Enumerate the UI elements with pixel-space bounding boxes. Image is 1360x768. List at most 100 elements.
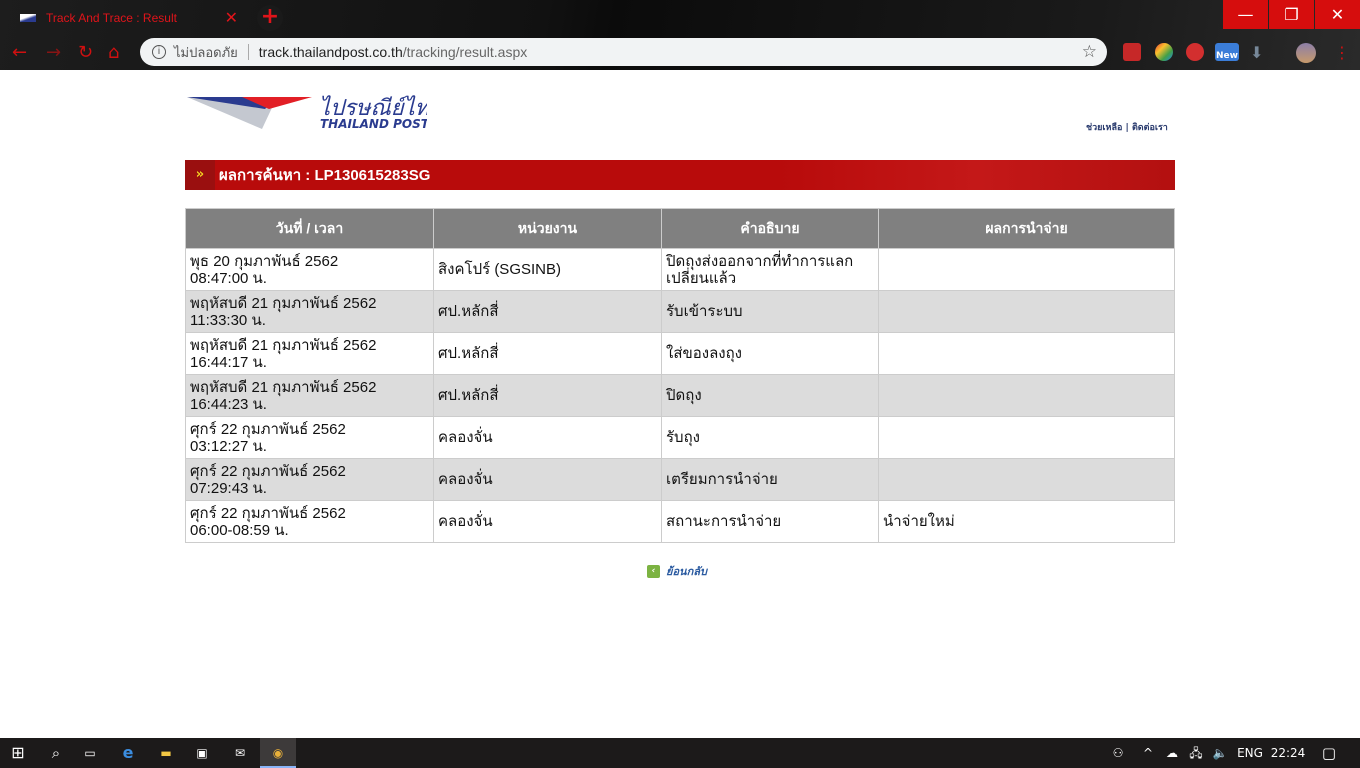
divider — [247, 44, 249, 60]
bookmark-star-icon[interactable]: ☆ — [1082, 42, 1097, 62]
table-row: พฤหัสบดี 21 กุมภาพันธ์ 2562 11:33:30 น. ศ… — [185, 290, 1175, 333]
contact-link[interactable]: ติดต่อเรา — [1132, 123, 1168, 133]
volume-icon[interactable]: 🔈 — [1210, 738, 1230, 768]
restore-button[interactable]: ❐ — [1269, 0, 1314, 29]
column-header-office: หน่วยงาน — [433, 208, 662, 249]
time-text: 08:47:00 น. — [190, 269, 267, 287]
back-arrow-icon[interactable]: ← — [12, 42, 27, 63]
column-header-datetime: วันที่ / เวลา — [185, 208, 434, 249]
back-link[interactable]: ‹ ย้อนกลับ — [647, 562, 707, 580]
time-text: 11:33:30 น. — [190, 311, 266, 329]
cell-datetime: พฤหัสบดี 21 กุมภาพันธ์ 2562 16:44:17 น. — [185, 332, 434, 375]
file-explorer-icon[interactable]: ▬ — [150, 738, 182, 768]
reload-icon[interactable]: ↻ — [78, 42, 93, 63]
cell-description: สถานะการนำจ่าย — [661, 500, 879, 543]
mail-icon[interactable]: ✉ — [224, 738, 256, 768]
cell-datetime: พฤหัสบดี 21 กุมภาพันธ์ 2562 11:33:30 น. — [185, 290, 434, 333]
back-arrow-icon: ‹ — [647, 564, 660, 578]
extension-new-icon[interactable]: New — [1215, 43, 1239, 61]
cell-office: ศป.หลักสี่ — [433, 374, 662, 417]
cell-datetime: พฤหัสบดี 21 กุมภาพันธ์ 2562 16:44:23 น. — [185, 374, 434, 417]
top-links: ช่วยเหลือ | ติดต่อเรา — [1086, 120, 1168, 134]
result-banner: » ผลการค้นหา : LP130615283SG — [185, 160, 1175, 190]
time-text: 03:12:27 น. — [190, 437, 267, 455]
time-text: 16:44:23 น. — [190, 395, 267, 413]
network-icon[interactable]: 🖧 — [1186, 738, 1206, 768]
profile-avatar[interactable] — [1296, 43, 1316, 63]
date-text: ศุกร์ 22 กุมภาพันธ์ 2562 — [190, 420, 346, 438]
people-icon[interactable]: ⚇ — [1108, 738, 1128, 768]
date-text: พฤหัสบดี 21 กุมภาพันธ์ 2562 — [190, 336, 377, 354]
onedrive-cloud-icon[interactable]: ☁ — [1162, 738, 1182, 768]
help-link[interactable]: ช่วยเหลือ — [1086, 123, 1122, 133]
cell-description: รับถุง — [661, 416, 879, 459]
home-icon[interactable]: ⌂ — [108, 42, 119, 63]
svg-text:THAILAND POST: THAILAND POST — [320, 117, 427, 131]
action-center-icon[interactable]: ▢ — [1316, 738, 1342, 768]
time-text: 16:44:17 น. — [190, 353, 267, 371]
cell-delivery-result — [878, 458, 1175, 501]
table-row: ศุกร์ 22 กุมภาพันธ์ 2562 07:29:43 น. คลอง… — [185, 458, 1175, 501]
extension-fastforward-icon[interactable] — [1123, 43, 1141, 61]
cell-description: ปิดถุงส่งออกจากที่ทำการแลกเปลี่ยนแล้ว — [661, 248, 879, 291]
close-window-button[interactable]: ✕ — [1315, 0, 1360, 29]
time-text: 07:29:43 น. — [190, 479, 267, 497]
thailand-post-logo[interactable]: ไปรษณีย์ไทย THAILAND POST — [187, 95, 444, 131]
table-row: ศุกร์ 22 กุมภาพันธ์ 2562 03:12:27 น. คลอง… — [185, 416, 1175, 459]
cell-datetime: ศุกร์ 22 กุมภาพันธ์ 2562 07:29:43 น. — [185, 458, 434, 501]
security-label[interactable]: ไม่ปลอดภัย — [174, 42, 238, 63]
minimize-button[interactable]: — — [1223, 0, 1268, 29]
cell-delivery-result — [878, 290, 1175, 333]
search-icon[interactable]: ⌕ — [40, 738, 72, 768]
info-icon[interactable]: i — [152, 45, 166, 59]
clock[interactable]: 22:24 — [1270, 738, 1306, 768]
column-header-delivery-result: ผลการนำจ่าย — [878, 208, 1175, 249]
url-host: track.thailandpost.co.th — [258, 44, 403, 60]
address-bar[interactable]: i ไม่ปลอดภัย track.thailandpost.co.th /t… — [140, 38, 1107, 66]
date-text: พุธ 20 กุมภาพันธ์ 2562 — [190, 252, 339, 270]
cell-delivery-result — [878, 374, 1175, 417]
date-text: ศุกร์ 22 กุมภาพันธ์ 2562 — [190, 504, 346, 522]
download-icon[interactable]: ⬇ — [1250, 43, 1268, 62]
cell-description: เตรียมการนำจ่าย — [661, 458, 879, 501]
double-chevron-icon: » — [185, 160, 215, 190]
table-row: พุธ 20 กุมภาพันธ์ 2562 08:47:00 น. สิงคโป… — [185, 248, 1175, 291]
cell-datetime: ศุกร์ 22 กุมภาพันธ์ 2562 06:00-08:59 น. — [185, 500, 434, 543]
table-row: พฤหัสบดี 21 กุมภาพันธ์ 2562 16:44:17 น. ศ… — [185, 332, 1175, 375]
menu-kebab-icon[interactable]: ⋮ — [1334, 43, 1352, 62]
cell-office: คลองจั่น — [433, 458, 662, 501]
cell-office: สิงคโปร์ (SGSINB) — [433, 248, 662, 291]
cell-office: คลองจั่น — [433, 500, 662, 543]
date-text: ศุกร์ 22 กุมภาพันธ์ 2562 — [190, 462, 346, 480]
new-tab-button[interactable]: + — [257, 5, 283, 31]
back-link-label[interactable]: ย้อนกลับ — [666, 562, 707, 580]
extension-adblock-icon[interactable] — [1186, 43, 1204, 61]
cell-office: คลองจั่น — [433, 416, 662, 459]
browser-chrome: Track And Trace : Result ✕ + — ❐ ✕ ← → ↻… — [0, 0, 1360, 70]
browser-tab[interactable]: Track And Trace : Result ✕ — [8, 3, 248, 33]
cell-delivery-result — [878, 248, 1175, 291]
cell-office: ศป.หลักสี่ — [433, 290, 662, 333]
date-text: พฤหัสบดี 21 กุมภาพันธ์ 2562 — [190, 378, 377, 396]
table-row: ศุกร์ 22 กุมภาพันธ์ 2562 06:00-08:59 น. ค… — [185, 500, 1175, 543]
result-title: ผลการค้นหา : LP130615283SG — [219, 167, 431, 184]
task-view-icon[interactable]: ▭ — [74, 738, 106, 768]
windows-taskbar: ⊞ ⌕ ▭ e ▬ ▣ ✉ ◉ ⚇ ^ ☁ 🖧 🔈 ENG 22:24 ▢ — [0, 738, 1360, 768]
tracking-table: วันที่ / เวลา หน่วยงาน คำอธิบาย ผลการนำจ… — [185, 208, 1175, 543]
page-content: ไปรษณีย์ไทย THAILAND POST ช่วยเหลือ | ติ… — [0, 70, 1360, 738]
cell-delivery-result: นำจ่ายใหม่ — [878, 500, 1175, 543]
store-icon[interactable]: ▣ — [186, 738, 218, 768]
language-indicator[interactable]: ENG — [1236, 738, 1264, 768]
chevron-up-icon[interactable]: ^ — [1140, 738, 1156, 768]
edge-icon[interactable]: e — [112, 738, 144, 768]
extension-idm-icon[interactable] — [1155, 43, 1173, 61]
close-tab-icon[interactable]: ✕ — [225, 8, 238, 28]
chrome-taskbar-icon[interactable]: ◉ — [260, 738, 296, 768]
cell-description: รับเข้าระบบ — [661, 290, 879, 333]
cell-description: ใส่ของลงถุง — [661, 332, 879, 375]
cell-delivery-result — [878, 416, 1175, 459]
cell-office: ศป.หลักสี่ — [433, 332, 662, 375]
table-row: พฤหัสบดี 21 กุมภาพันธ์ 2562 16:44:23 น. ศ… — [185, 374, 1175, 417]
forward-arrow-icon[interactable]: → — [46, 42, 61, 63]
windows-start-icon[interactable]: ⊞ — [0, 738, 36, 768]
